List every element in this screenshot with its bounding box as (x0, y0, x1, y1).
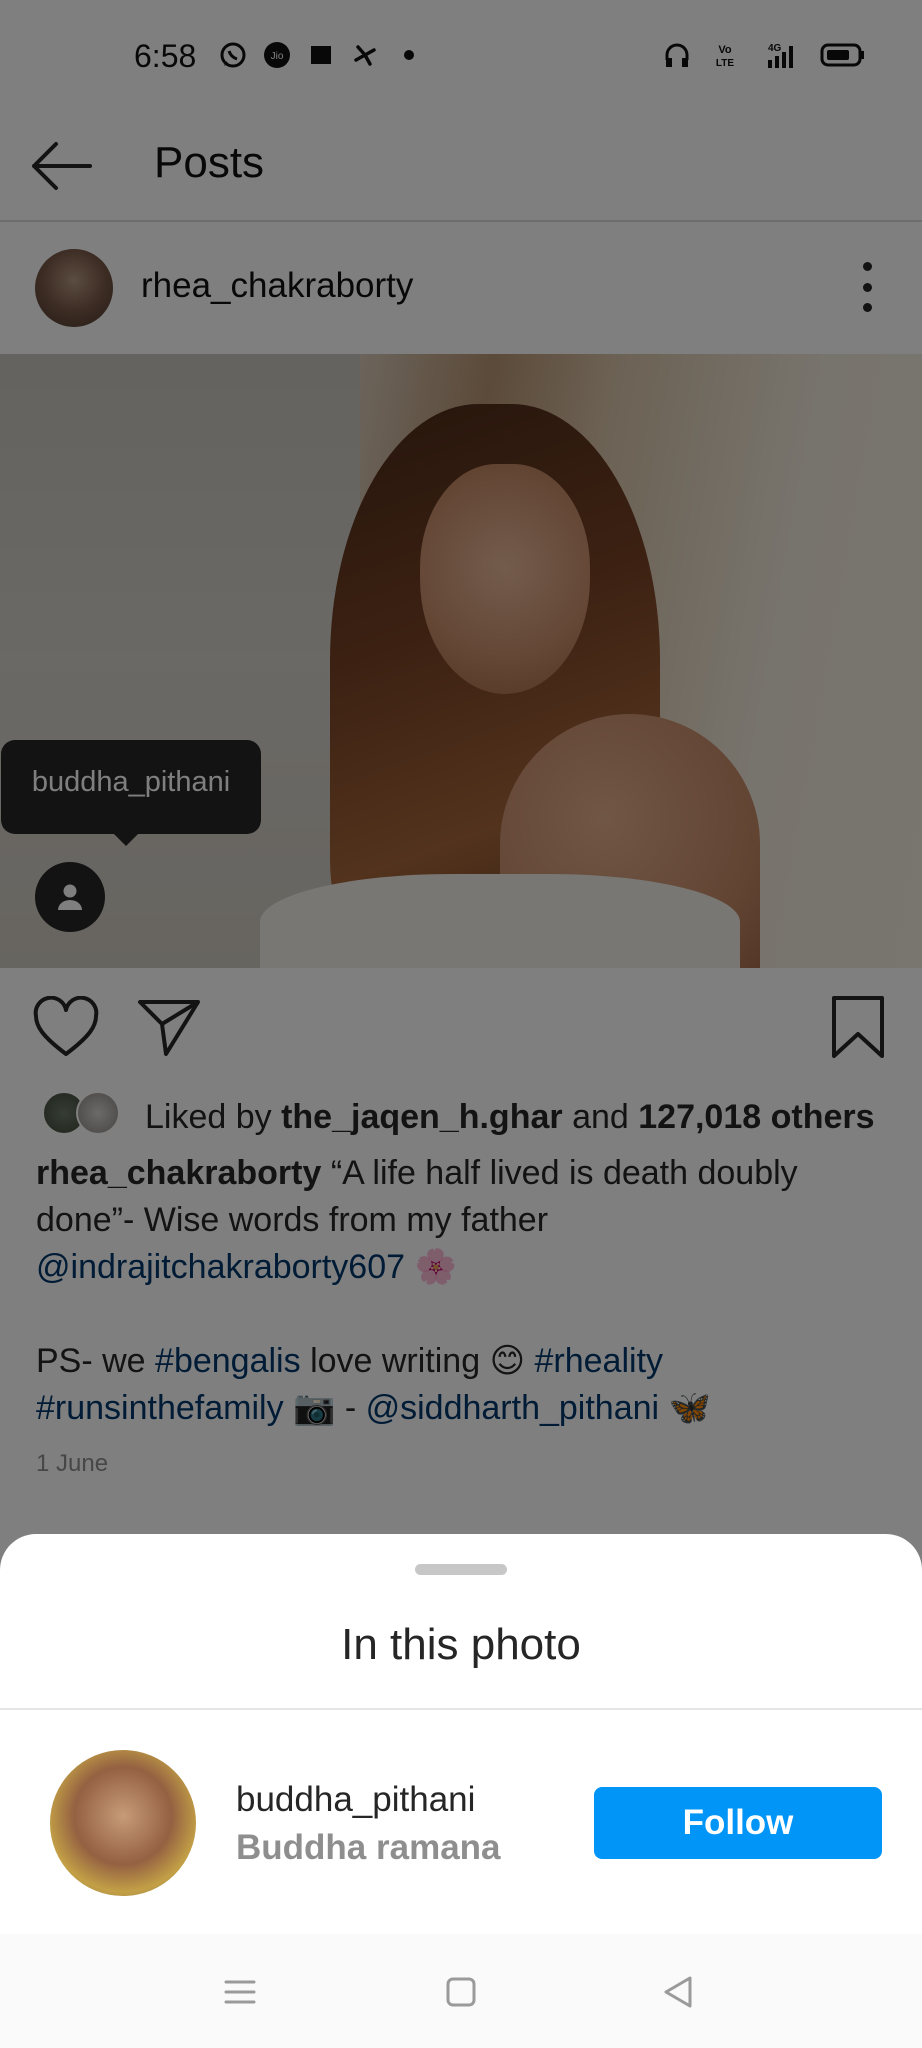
triangle-back-icon (664, 1976, 692, 2008)
tagged-user-avatar[interactable] (50, 1750, 196, 1896)
back-nav-button[interactable] (656, 1970, 700, 2014)
follow-button[interactable]: Follow (594, 1787, 882, 1859)
tagged-user-row[interactable]: buddha_pithani Buddha ramana Follow (0, 1710, 922, 1938)
sheet-title: In this photo (341, 1620, 581, 1669)
tagged-full-name: Buddha ramana (236, 1828, 501, 1867)
system-nav-bar (0, 1934, 922, 2048)
menu-button[interactable] (218, 1970, 262, 2014)
menu-icon (224, 1980, 256, 2004)
home-button[interactable] (439, 1970, 483, 2014)
sheet-drag-handle[interactable] (415, 1564, 507, 1575)
tagged-username[interactable]: buddha_pithani (236, 1780, 475, 1820)
square-home-icon (446, 1977, 476, 2007)
